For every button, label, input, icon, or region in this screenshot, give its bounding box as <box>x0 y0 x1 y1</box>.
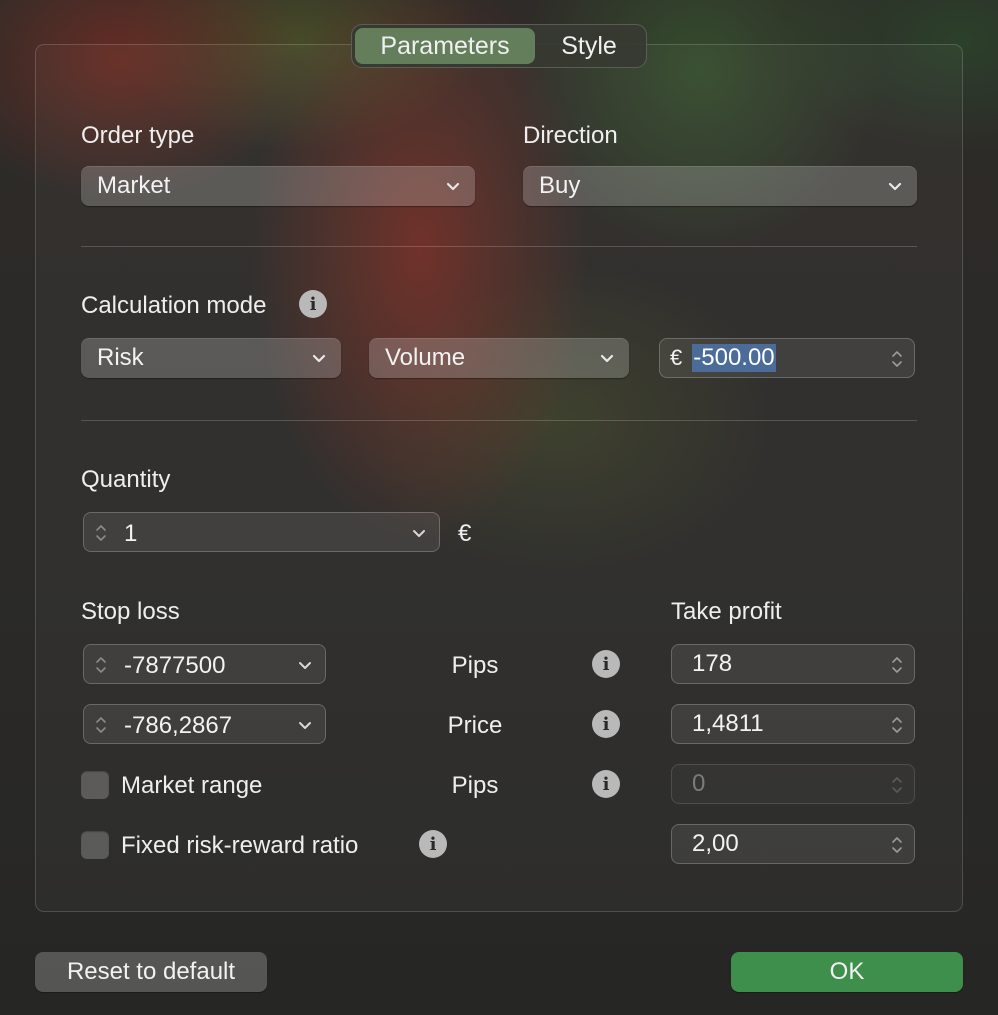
fixed-rr-label[interactable]: Fixed risk-reward ratio <box>121 832 358 860</box>
take-profit-pips-field[interactable]: 178 <box>671 644 915 684</box>
chevron-down-icon[interactable] <box>411 525 427 541</box>
chevron-down-icon <box>446 182 460 191</box>
order-type-value: Market <box>97 172 171 199</box>
chevron-down-icon <box>888 182 902 191</box>
chevron-down-icon[interactable] <box>297 657 313 673</box>
info-icon[interactable]: i <box>592 710 620 738</box>
tab-style[interactable]: Style <box>535 28 643 64</box>
take-profit-price-value: 1,4811 <box>692 710 764 737</box>
quantity-label: Quantity <box>81 466 171 493</box>
market-pips-label: Pips <box>451 772 499 799</box>
info-icon[interactable]: i <box>592 650 620 678</box>
take-profit-pips-value: 178 <box>692 650 733 677</box>
order-type-label: Order type <box>81 122 195 149</box>
risk-amount-field[interactable]: € -500.00 <box>659 338 915 378</box>
chevron-down-icon[interactable] <box>297 717 313 733</box>
quantity-unit: € <box>458 520 472 547</box>
info-icon[interactable]: i <box>299 290 327 318</box>
info-icon[interactable]: i <box>592 770 620 798</box>
market-range-label[interactable]: Market range <box>121 772 262 800</box>
ok-button[interactable]: OK <box>731 952 963 992</box>
risk-amount-value: -500.00 <box>692 344 776 372</box>
info-icon[interactable]: i <box>419 830 447 858</box>
take-profit-label: Take profit <box>671 598 782 625</box>
stepper-icon[interactable] <box>890 348 904 370</box>
quantity-combo[interactable]: 1 <box>83 512 440 552</box>
market-range-field: 0 <box>671 764 915 804</box>
stepper-icon <box>892 777 902 793</box>
stepper-icon[interactable] <box>94 714 108 736</box>
risk-reward-ratio-field[interactable]: 2,00 <box>671 824 915 864</box>
stepper-icon[interactable] <box>890 654 904 676</box>
quantity-value: 1 <box>124 520 138 547</box>
order-type-select[interactable]: Market <box>81 166 475 206</box>
chevron-down-icon <box>312 354 326 363</box>
calculation-basis-select[interactable]: Volume <box>369 338 629 378</box>
currency-symbol: € <box>670 345 683 370</box>
stop-loss-price-value: -786,2867 <box>124 712 233 739</box>
stepper-icon[interactable] <box>94 654 108 676</box>
direction-label: Direction <box>523 122 618 149</box>
market-range-value: 0 <box>692 770 706 797</box>
section-divider <box>81 420 917 421</box>
tab-parameters[interactable]: Parameters <box>355 28 535 64</box>
calculation-mode-label: Calculation mode <box>81 292 267 319</box>
stop-loss-pips-combo[interactable]: -7877500 <box>83 644 326 684</box>
take-profit-price-field[interactable]: 1,4811 <box>671 704 915 744</box>
calculation-basis-value: Volume <box>385 344 466 371</box>
direction-value: Buy <box>539 172 581 199</box>
direction-select[interactable]: Buy <box>523 166 917 206</box>
chevron-down-icon <box>600 354 614 363</box>
market-range-checkbox[interactable] <box>81 771 109 799</box>
stop-loss-label: Stop loss <box>81 598 180 625</box>
stop-loss-price-combo[interactable]: -786,2867 <box>83 704 326 744</box>
tab-switcher: Parameters Style <box>351 24 647 68</box>
fixed-rr-checkbox[interactable] <box>81 831 109 859</box>
stepper-icon[interactable] <box>890 834 904 856</box>
stop-loss-pips-value: -7877500 <box>124 652 226 679</box>
reset-to-default-button[interactable]: Reset to default <box>35 952 267 992</box>
risk-reward-ratio-value: 2,00 <box>692 830 739 857</box>
calculation-mode-value: Risk <box>97 344 144 371</box>
stepper-icon[interactable] <box>890 714 904 736</box>
pips-label: Pips <box>451 652 499 679</box>
calculation-mode-select[interactable]: Risk <box>81 338 341 378</box>
section-divider <box>81 246 917 247</box>
stepper-icon[interactable] <box>94 522 108 544</box>
price-label: Price <box>447 712 503 739</box>
